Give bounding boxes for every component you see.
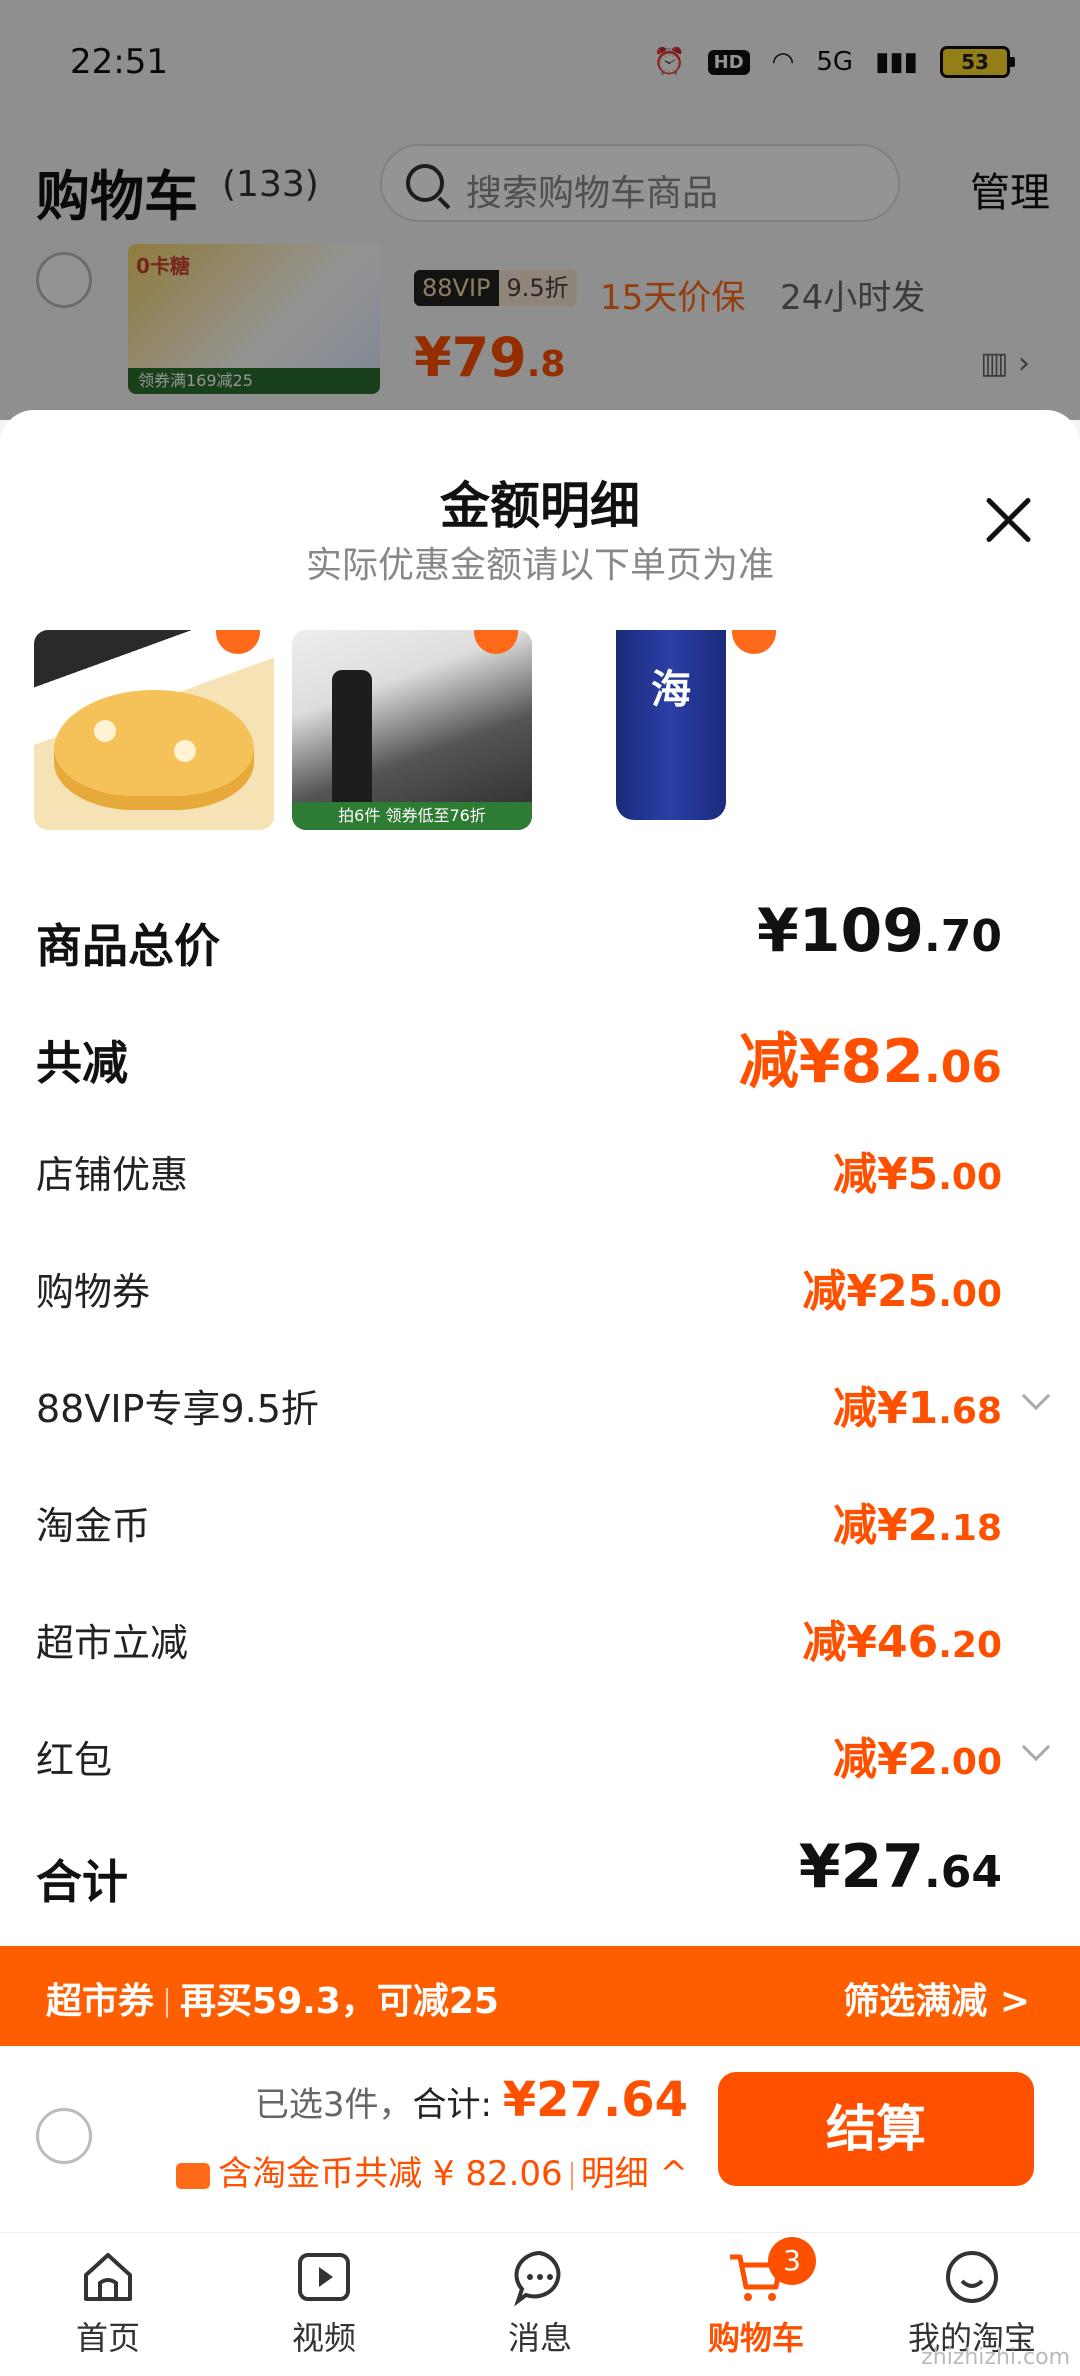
value-decimal: .00: [938, 1157, 1002, 1198]
tab-video[interactable]: 视频: [216, 2233, 432, 2376]
product-thumbnail[interactable]: [34, 630, 274, 830]
cart-badge: 3: [768, 2237, 816, 2285]
select-all-checkbox[interactable]: [36, 2108, 92, 2164]
row-label: 88VIP专享9.5折: [36, 1387, 319, 1431]
divider: [166, 1988, 169, 2018]
total-amount: ¥27.64: [502, 2072, 688, 2128]
amount-rows: 商品总价 ¥109.70 共减 减¥82.06 店铺优惠 减¥5.00 购物券 …: [0, 880, 1080, 1933]
row-value: 减¥1.68: [833, 1372, 1002, 1436]
promo-bar[interactable]: 超市券 再买59.3，可减25 筛选满减 >: [0, 1946, 1080, 2046]
value-main: 减¥82: [738, 1027, 925, 1097]
amount-detail-sheet: 金额明细 实际优惠金额请以下单页为准 拍6件 领券低至76折 海 商品总价 ¥1…: [0, 410, 1080, 1946]
checkout-bar: 已选3件，合计: ¥27.64 含淘金币共减 ¥ 82.06 明细 ^ 结算: [0, 2046, 1080, 2232]
row-value: 减¥82.06: [739, 1013, 1002, 1100]
value-decimal: .64: [924, 1847, 1002, 1898]
row-total-discount: 共减 减¥82.06: [0, 997, 1080, 1114]
row-store-discount: 店铺优惠 减¥5.00: [0, 1114, 1080, 1231]
row-value: 减¥25.00: [802, 1255, 1002, 1319]
value-main: 减¥1: [832, 1383, 939, 1434]
check-icon: [216, 630, 260, 654]
value-decimal: .00: [938, 1274, 1002, 1315]
video-icon: [298, 2253, 350, 2301]
divider: [570, 2161, 573, 2190]
value-main: ¥109: [757, 896, 925, 966]
tab-messages[interactable]: 消息: [432, 2233, 648, 2376]
row-grand-total: 合计 ¥27.64: [0, 1816, 1080, 1933]
value-decimal: .00: [938, 1742, 1002, 1783]
product-thumbnail[interactable]: 海: [550, 630, 790, 830]
product-image: [54, 690, 254, 810]
row-value: 减¥2.00: [833, 1723, 1002, 1787]
tab-label: 首页: [75, 2319, 140, 2357]
value-decimal: .18: [938, 1508, 1002, 1549]
watermark: zhizhizhi.com: [921, 2345, 1070, 2370]
row-value: ¥27.64: [799, 1832, 1002, 1902]
value-decimal: .20: [938, 1625, 1002, 1666]
total-label: 合计:: [412, 2085, 503, 2125]
row-shopping-voucher: 购物券 减¥25.00: [0, 1231, 1080, 1348]
tab-label: 消息: [507, 2319, 572, 2357]
row-vip-discount[interactable]: 88VIP专享9.5折 减¥1.68: [0, 1348, 1080, 1465]
row-label: 共减: [36, 1036, 128, 1090]
row-red-packet[interactable]: 红包 减¥2.00: [0, 1699, 1080, 1816]
tab-label: 视频: [291, 2319, 356, 2357]
value-main: 减¥46: [802, 1617, 939, 1668]
promo-label: 超市券: [46, 1981, 155, 2022]
sheet-subtitle: 实际优惠金额请以下单页为准: [305, 545, 774, 586]
row-label: 超市立减: [36, 1621, 189, 1665]
product-thumbnails: 拍6件 领券低至76折 海: [34, 630, 1054, 830]
message-icon: [514, 2250, 561, 2307]
value-main: ¥27: [798, 1832, 925, 1902]
sheet-title: 金额明细: [440, 477, 640, 535]
row-label: 淘金币: [36, 1504, 151, 1548]
value-main: 减¥25: [802, 1266, 939, 1317]
cart-page-background: 22:51 ⏰ HD ◠ 5G ▮▮▮ 53 购物车 (133) 搜索购物车商品…: [0, 0, 1080, 420]
modal-overlay[interactable]: [0, 0, 1080, 420]
row-label: 合计: [36, 1855, 128, 1909]
row-label: 商品总价: [36, 919, 220, 973]
bottom-tab-bar: 首页 视频 消息 3 购物车 我的淘宝 zhizhizhi.com: [0, 2232, 1080, 2376]
profile-icon: [946, 2251, 998, 2303]
product-thumbnail[interactable]: 拍6件 领券低至76折: [292, 630, 532, 830]
check-icon: [474, 630, 518, 654]
detail-toggle[interactable]: 明细 ^: [581, 2154, 688, 2194]
value-main: 减¥2: [832, 1734, 939, 1785]
product-image: 海: [616, 630, 726, 820]
home-icon: [84, 2253, 132, 2301]
checkout-summary: 已选3件，合计: ¥27.64: [255, 2072, 688, 2128]
value-main: 减¥2: [832, 1500, 939, 1551]
tab-cart[interactable]: 3 购物车: [648, 2233, 864, 2376]
chevron-down-icon[interactable]: [1021, 1381, 1051, 1411]
value-decimal: .70: [924, 911, 1002, 962]
checkout-button[interactable]: 结算: [718, 2072, 1034, 2186]
product-image: [332, 670, 372, 820]
row-label: 红包: [36, 1738, 113, 1782]
chevron-down-icon[interactable]: [1021, 1732, 1051, 1762]
coin-icon: [176, 2162, 211, 2189]
selected-count: 已选3件，: [254, 2085, 413, 2125]
check-icon: [732, 630, 776, 654]
row-taojinbi: 淘金币 减¥2.18: [0, 1465, 1080, 1582]
promo-message: 再买59.3，可减25: [180, 1981, 499, 2022]
discount-summary[interactable]: 含淘金币共减 ¥ 82.06 明细 ^: [176, 2146, 688, 2195]
tab-label: 购物车: [707, 2319, 804, 2357]
row-value: 减¥5.00: [833, 1138, 1002, 1202]
promo-text: 超市券 再买59.3，可减25: [46, 1972, 499, 2024]
row-label: 店铺优惠: [36, 1153, 189, 1197]
value-decimal: .06: [924, 1042, 1002, 1093]
coin-discount-text: 含淘金币共减 ¥ 82.06: [218, 2154, 563, 2194]
filter-discount-button[interactable]: 筛选满减 >: [843, 1972, 1030, 2024]
close-icon[interactable]: [984, 494, 1034, 544]
row-value: ¥109.70: [757, 896, 1002, 966]
row-supermarket-discount: 超市立减 减¥46.20: [0, 1582, 1080, 1699]
value-decimal: .68: [938, 1391, 1002, 1432]
tab-home[interactable]: 首页: [0, 2233, 216, 2376]
value-main: 减¥5: [832, 1149, 939, 1200]
row-value: 减¥2.18: [833, 1489, 1002, 1553]
row-label: 购物券: [36, 1270, 151, 1314]
row-subtotal: 商品总价 ¥109.70: [0, 880, 1080, 997]
thumbnail-tag: 拍6件 领券低至76折: [292, 802, 532, 830]
row-value: 减¥46.20: [802, 1606, 1002, 1670]
